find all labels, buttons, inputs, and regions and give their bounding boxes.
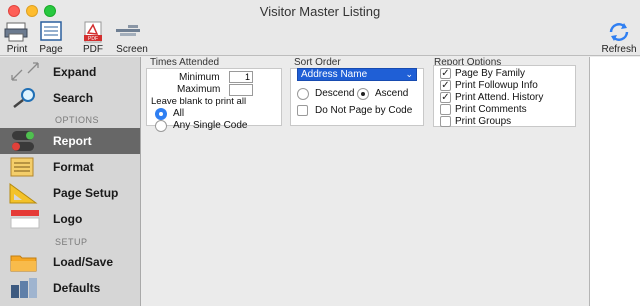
refresh-icon <box>609 23 629 41</box>
page-icon <box>40 21 62 41</box>
sort-order-title: Sort Order <box>294 57 341 68</box>
sort-order-select[interactable]: Address Name ⌄ <box>297 68 417 81</box>
page-button[interactable]: Page <box>36 20 66 56</box>
sidebar-item-label: Format <box>53 160 94 174</box>
print-attend-history-label: Print Attend. History <box>455 92 544 103</box>
sidebar-item-label: Page Setup <box>53 186 119 200</box>
refresh-button[interactable]: Refresh <box>598 20 640 56</box>
print-comments-label: Print Comments <box>455 104 527 115</box>
any-single-code-radio[interactable] <box>155 120 167 132</box>
maximum-input[interactable] <box>229 84 253 96</box>
print-followup-label: Print Followup Info <box>455 80 538 91</box>
all-radio-label: All <box>173 108 185 119</box>
defaults-icon <box>11 278 37 298</box>
toggle-icon <box>12 131 34 151</box>
descend-radio[interactable] <box>297 88 309 100</box>
chevron-down-icon: ⌄ <box>405 69 413 79</box>
sort-order-group: Address Name ⌄ Descend Ascend Do Not Pag… <box>290 68 424 126</box>
times-attended-group: Minimum 1 Maximum Leave blank to print a… <box>146 68 282 132</box>
screen-button[interactable]: Screen <box>110 20 154 56</box>
print-followup-checkbox[interactable]: ✓ <box>440 80 451 91</box>
page-by-family-label: Page By Family <box>455 68 526 79</box>
expand-icon <box>11 62 39 81</box>
sidebar-item-label: Defaults <box>53 281 101 295</box>
title-bar: Visitor Master Listing <box>0 0 640 20</box>
print-attend-history-checkbox[interactable]: ✓ <box>440 92 451 103</box>
ascend-label: Ascend <box>375 88 409 99</box>
sidebar-item-load-save[interactable]: Load/Save <box>0 249 140 275</box>
sidebar-item-label: Expand <box>53 65 97 79</box>
printer-icon <box>4 22 28 42</box>
window-title: Visitor Master Listing <box>259 4 381 19</box>
leave-blank-hint: Leave blank to print all <box>151 96 247 107</box>
toolbar: Print Page PDF PDF Screen Refresh <box>0 20 640 56</box>
times-attended-title: Times Attended <box>150 57 220 68</box>
format-icon <box>10 157 34 177</box>
preview-panel <box>589 57 640 306</box>
print-button[interactable]: Print <box>2 20 32 56</box>
page-by-family-checkbox[interactable]: ✓ <box>440 68 451 79</box>
logo-icon <box>10 210 40 229</box>
sidebar-item-page-setup[interactable]: Page Setup <box>0 180 140 206</box>
folder-icon <box>10 255 37 272</box>
screen-label: Screen <box>116 44 148 55</box>
page-setup-icon <box>9 183 38 204</box>
report-options-group: ✓ Page By Family ✓ Print Followup Info ✓… <box>433 65 576 127</box>
sidebar-item-defaults[interactable]: Defaults <box>0 275 140 301</box>
any-single-code-label: Any Single Code <box>173 120 248 131</box>
page-label: Page <box>39 44 63 55</box>
pdf-button[interactable]: PDF PDF <box>78 20 108 56</box>
sidebar-item-label: Logo <box>53 212 83 226</box>
ascend-radio[interactable] <box>357 88 369 100</box>
sidebar-item-label: Report <box>53 134 92 148</box>
sidebar-item-expand[interactable]: Expand <box>0 59 140 85</box>
pdf-label: PDF <box>83 44 103 55</box>
sidebar-item-label: Search <box>53 91 94 105</box>
section-label-setup: SETUP <box>55 237 88 247</box>
all-radio[interactable] <box>155 108 167 120</box>
pdf-icon: PDF <box>84 21 102 43</box>
sidebar-item-format[interactable]: Format <box>0 154 140 180</box>
sidebar: Expand Search OPTIONS Report Format Page… <box>0 57 141 306</box>
do-not-page-label: Do Not Page by Code <box>315 105 413 116</box>
descend-label: Descend <box>315 88 355 99</box>
screen-icon <box>116 25 140 36</box>
svg-text:PDF: PDF <box>88 36 98 42</box>
sidebar-item-report[interactable]: Report <box>0 128 140 154</box>
print-groups-label: Print Groups <box>455 116 512 127</box>
refresh-label: Refresh <box>601 44 637 55</box>
report-options-panel: Times Attended Minimum 1 Maximum Leave b… <box>142 57 589 306</box>
print-groups-checkbox[interactable] <box>440 116 451 127</box>
print-comments-checkbox[interactable] <box>440 104 451 115</box>
section-label-options: OPTIONS <box>55 115 100 125</box>
sort-order-selected: Address Name <box>301 69 368 80</box>
minimum-input[interactable]: 1 <box>229 71 253 83</box>
magnifier-icon <box>13 88 35 108</box>
sidebar-item-logo[interactable]: Logo <box>0 206 140 232</box>
maximum-label: Maximum <box>177 84 221 95</box>
print-label: Print <box>6 44 28 55</box>
minimum-label: Minimum <box>179 72 220 83</box>
sidebar-item-label: Load/Save <box>53 255 114 269</box>
do-not-page-checkbox[interactable] <box>297 105 308 116</box>
sidebar-item-search[interactable]: Search <box>0 85 140 111</box>
